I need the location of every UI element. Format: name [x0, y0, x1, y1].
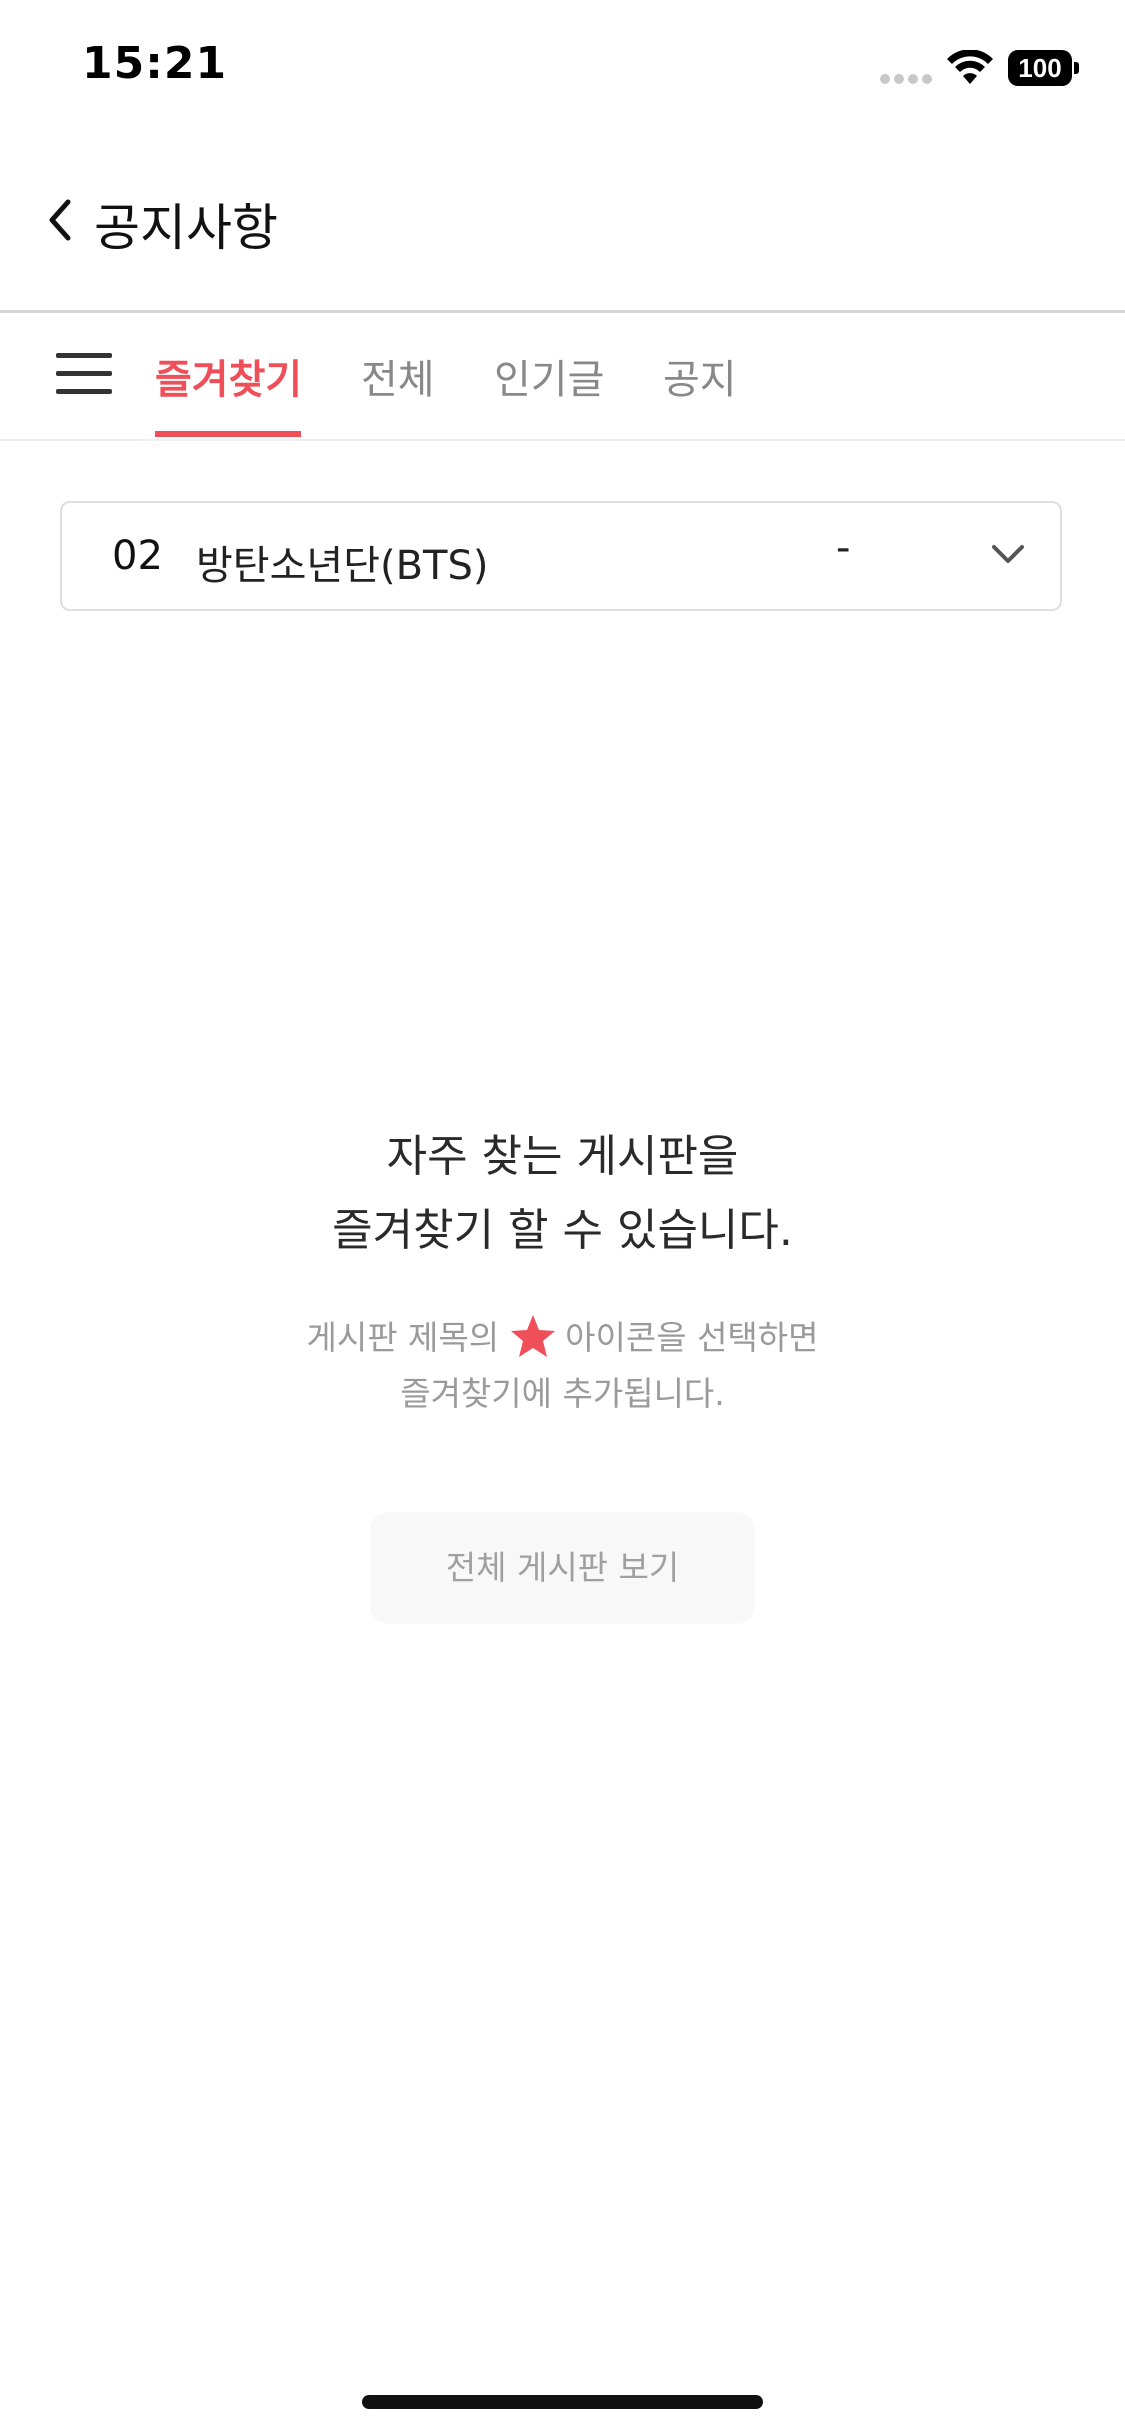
board-name: 방탄소년단(BTS)	[196, 543, 489, 589]
home-indicator	[362, 2395, 763, 2409]
empty-state-description: 게시판 제목의 아이콘을 선택하면 즐겨찾기에 추가됩니다.	[0, 1310, 1125, 1422]
wifi-icon	[947, 50, 993, 84]
nav-header: 공지사항	[0, 140, 1125, 313]
status-time: 15:21	[82, 38, 228, 89]
board-dash: -	[836, 525, 851, 571]
board-number: 02	[112, 533, 163, 579]
battery-icon: 100	[1008, 50, 1080, 86]
view-all-boards-button[interactable]: 전체 게시판 보기	[370, 1512, 755, 1624]
empty-state-desc-before: 게시판 제목의	[306, 1318, 500, 1357]
empty-state-desc-line2: 즐겨찾기에 추가됩니다.	[400, 1374, 725, 1413]
tab-popular[interactable]: 인기글	[494, 347, 604, 405]
empty-state-desc-after: 아이콘을 선택하면	[565, 1318, 819, 1357]
hamburger-menu-icon[interactable]	[56, 351, 112, 397]
empty-state-title-line1: 자주 찾는 게시판을	[386, 1131, 739, 1182]
active-tab-indicator	[155, 431, 301, 437]
chevron-left-icon[interactable]	[40, 190, 80, 250]
tab-all[interactable]: 전체	[361, 347, 435, 405]
chevron-down-icon	[992, 545, 1024, 563]
tab-bar: 즐겨찾기 전체 인기글 공지	[0, 313, 1125, 441]
cellular-signal-icon	[880, 74, 934, 84]
page-title: 공지사항	[94, 199, 278, 257]
tab-notice[interactable]: 공지	[663, 347, 737, 405]
star-icon	[511, 1315, 556, 1357]
empty-state-title-line2: 즐겨찾기 할 수 있습니다.	[332, 1205, 793, 1256]
tab-favorites[interactable]: 즐겨찾기	[155, 347, 302, 405]
empty-state-title: 자주 찾는 게시판을 즐겨찾기 할 수 있습니다.	[0, 1120, 1125, 1268]
battery-level: 100	[1008, 50, 1072, 86]
board-selector[interactable]: 02 방탄소년단(BTS) -	[60, 501, 1062, 611]
status-bar: 15:21 100	[0, 0, 1125, 140]
